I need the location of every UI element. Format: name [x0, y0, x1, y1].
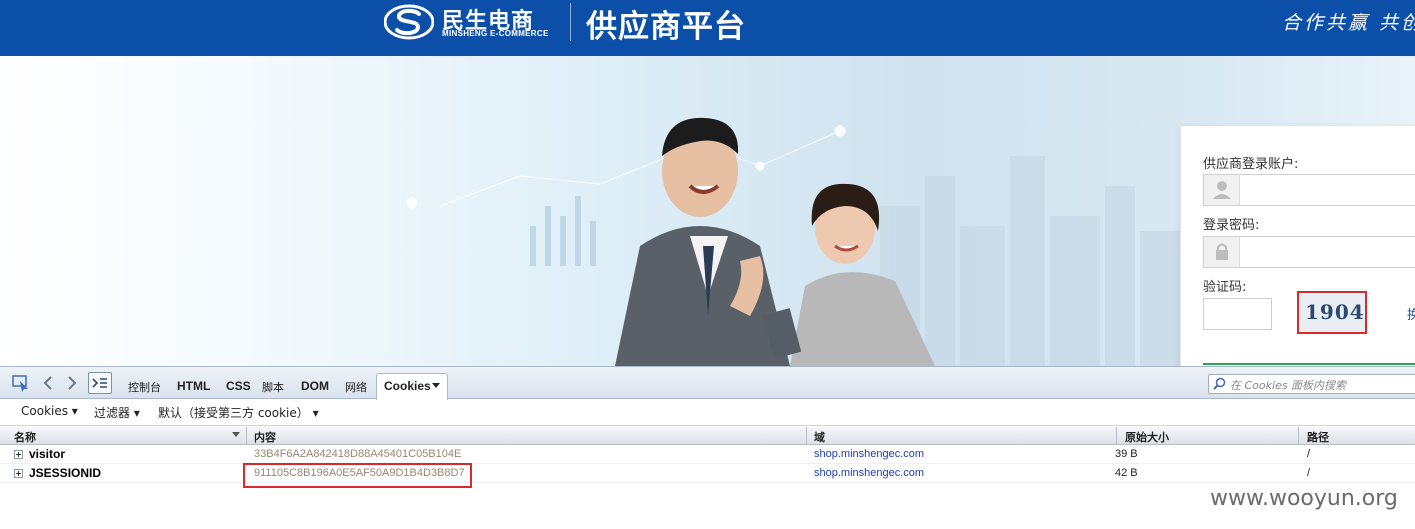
cookies-menu-label: Cookies — [21, 404, 68, 418]
tab-cookies-dropdown-icon[interactable] — [432, 383, 440, 389]
captcha-input[interactable] — [1203, 298, 1272, 330]
tab-net[interactable]: 网络 — [345, 379, 367, 395]
tab-css[interactable]: CSS — [226, 379, 251, 393]
table-row[interactable] — [0, 464, 1415, 483]
cookie-name: JSESSIONID — [29, 466, 102, 480]
firebug-toolbar — [0, 366, 1415, 399]
header-slogan: 合作共赢 共创 — [1282, 12, 1415, 34]
cookie-size: 42 B — [1115, 467, 1138, 479]
column-separator[interactable] — [1298, 427, 1299, 445]
cookies-menu[interactable]: Cookies ▾ — [21, 404, 78, 418]
column-path[interactable]: 路径 — [1307, 429, 1329, 445]
password-label: 登录密码: — [1203, 218, 1260, 233]
cookie-name: visitor — [29, 447, 66, 461]
expand-row-icon[interactable] — [14, 469, 23, 478]
password-input[interactable] — [1203, 236, 1415, 268]
cookie-value: 33B4F6A2A842418D88A45401C05B104E — [254, 448, 462, 460]
cookie-table-header — [0, 427, 1415, 445]
column-raw-size[interactable]: 原始大小 — [1125, 429, 1169, 445]
back-arrow-icon[interactable] — [38, 373, 58, 393]
captcha-highlight-box — [1297, 291, 1367, 334]
tab-console[interactable]: 控制台 — [128, 379, 161, 395]
forward-arrow-icon[interactable] — [62, 373, 82, 393]
command-line-button[interactable] — [88, 372, 112, 394]
account-input[interactable] — [1203, 174, 1415, 206]
cookie-domain: shop.minshengec.com — [814, 448, 925, 460]
watermark: www.wooyun.org — [1210, 486, 1398, 511]
default-policy-menu[interactable]: 默认（接受第三方 cookie） ▾ — [158, 404, 319, 421]
sort-arrow-icon[interactable] — [232, 432, 240, 438]
column-separator[interactable] — [1116, 427, 1117, 445]
login-button-edge — [1203, 363, 1415, 365]
platform-title: 供应商平台 — [586, 9, 746, 45]
screenshot-root: 民生电商 MINSHENG E-COMMERCE 供应商平台 合作共赢 共创 供… — [0, 0, 1415, 529]
tab-dom[interactable]: DOM — [301, 379, 329, 393]
command-line-icon — [92, 378, 107, 388]
search-placeholder: 在 Cookies 面板内搜索 — [1230, 379, 1347, 392]
column-content[interactable]: 内容 — [254, 429, 276, 445]
filter-menu[interactable]: 过滤器 ▾ — [94, 404, 140, 421]
man-figure — [615, 117, 790, 366]
cookie-domain: shop.minshengec.com — [814, 467, 925, 479]
lock-icon — [1204, 237, 1240, 267]
cookie-path: / — [1307, 467, 1311, 479]
cookie-size: 39 B — [1115, 448, 1138, 460]
tab-html[interactable]: HTML — [177, 379, 210, 393]
tab-script[interactable]: 脚本 — [262, 379, 284, 395]
cookie-path: / — [1307, 448, 1311, 460]
brand-name-en: MINSHENG E-COMMERCE — [442, 29, 549, 38]
table-row[interactable] — [0, 445, 1415, 464]
refresh-captcha-link[interactable]: 换 — [1407, 304, 1415, 323]
jsessionid-highlight-box — [243, 463, 472, 488]
inspect-element-icon[interactable] — [11, 373, 31, 393]
column-separator[interactable] — [246, 427, 247, 445]
filter-menu-label: 过滤器 — [94, 406, 131, 420]
column-domain[interactable]: 域 — [814, 429, 825, 445]
account-label: 供应商登录账户: — [1203, 157, 1299, 172]
default-policy-label: 默认（接受第三方 cookie） — [158, 406, 309, 420]
column-separator[interactable] — [806, 427, 807, 445]
user-icon — [1204, 175, 1240, 205]
site-header: 民生电商 MINSHENG E-COMMERCE 供应商平台 合作共赢 共创 — [0, 0, 1415, 56]
expand-row-icon[interactable] — [14, 450, 23, 459]
header-divider — [570, 3, 571, 41]
tab-cookies[interactable]: Cookies — [384, 379, 431, 393]
minsheng-logo-icon — [384, 4, 434, 40]
captcha-label: 验证码: — [1203, 280, 1247, 295]
column-name[interactable]: 名称 — [14, 429, 36, 445]
search-icon — [1213, 377, 1226, 390]
